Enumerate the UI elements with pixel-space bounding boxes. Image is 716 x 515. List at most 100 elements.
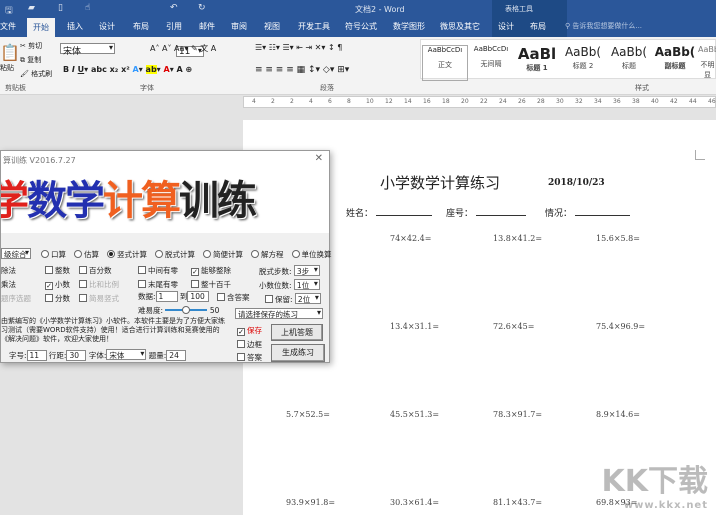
undo-icon[interactable]: ↶ <box>170 3 178 13</box>
mode-radio[interactable]: 估算 <box>74 250 99 259</box>
border-check[interactable]: 边框 <box>237 339 262 350</box>
close-icon[interactable]: ✕ <box>315 153 323 164</box>
open-icon[interactable]: ▰ <box>28 3 35 13</box>
steps-select[interactable]: 3步 <box>293 265 320 276</box>
option-checkbox[interactable]: 比和比例 <box>79 279 119 290</box>
with-answer-check[interactable]: 含答案 <box>217 292 250 303</box>
mode-radio[interactable]: 单位换算 <box>291 250 332 259</box>
tab-references[interactable]: 引用 <box>166 21 182 32</box>
save-icon[interactable]: 🖫 <box>5 3 13 19</box>
ruler-tick: 34 <box>594 98 602 105</box>
font-group-label: 字体 <box>140 84 154 92</box>
style-subtitle[interactable]: AaBb(副标题 <box>652 45 698 81</box>
style-title[interactable]: AaBb(标题 <box>606 45 652 81</box>
style-preview: AaBl <box>517 45 557 63</box>
tab-other[interactable]: 微思及其它 <box>440 21 480 32</box>
mode-radio[interactable]: 脱式计算 <box>155 250 195 259</box>
redo-icon[interactable]: ↻ <box>198 3 206 13</box>
op-multiplication[interactable]: 乘法 <box>1 279 16 290</box>
style-normal[interactable]: AaBbCcDı 正文 <box>422 45 468 81</box>
difficulty-slider[interactable] <box>165 306 208 314</box>
cut-button[interactable]: ✂ 剪切 <box>20 41 42 51</box>
copy-button[interactable]: ⧉ 复制 <box>20 55 41 65</box>
tab-table-design[interactable]: 设计 <box>498 21 514 32</box>
style-no-spacing[interactable]: AaBbCcDı 无间隔 <box>468 45 514 81</box>
keep-select[interactable]: 2位 <box>294 293 321 304</box>
font-select[interactable]: 宋体 <box>106 349 147 360</box>
ruler-tick: 44 <box>689 98 697 105</box>
style-subtle[interactable]: AaBb 不明显 <box>698 45 716 81</box>
tab-file[interactable]: 文件 <box>0 21 16 32</box>
op-sequence-select[interactable]: 题序选题 <box>1 293 31 304</box>
tab-home[interactable]: 开始 <box>27 18 55 37</box>
banner-char: 计 <box>103 178 143 224</box>
style-heading1[interactable]: AaBl 标题 1 <box>514 45 560 81</box>
list-buttons[interactable]: ☰▾ ☷▾ ☰▾ ⇤ ⇥ ✕▾ ↕ ¶ <box>255 43 342 52</box>
range-from-input[interactable]: 1 <box>155 291 178 302</box>
font-format-buttons[interactable]: B I U▾ abc x₂ x² A▾ ab▾ A▾ A ⊕ <box>63 65 192 74</box>
radio <box>155 250 163 258</box>
math-problem: 5.7×52.5= <box>286 410 330 419</box>
tab-table-layout[interactable]: 布局 <box>530 21 546 32</box>
generate-practice-button[interactable]: 生成练习 <box>271 344 325 362</box>
tell-me-text: 告诉我您想要做什么... <box>572 22 643 30</box>
option-checkbox[interactable]: ✓ 小数 <box>45 279 70 290</box>
tab-developer[interactable]: 开发工具 <box>298 21 330 32</box>
new-icon[interactable]: ▯ <box>58 3 63 13</box>
tab-review[interactable]: 审阅 <box>231 21 247 32</box>
math-problem: 8.9×14.6= <box>596 410 640 419</box>
style-preview: AaBb( <box>654 45 696 59</box>
mode-radio[interactable]: 解方程 <box>251 250 284 259</box>
horizontal-ruler[interactable]: 4 2 2 4 6 8 10 12 14 16 18 20 22 24 26 28 30 32 34 36 38 40 42… <box>243 96 716 108</box>
paste-icon[interactable]: 📋 <box>0 43 20 62</box>
option-checkbox[interactable]: ✓ 能够整除 <box>191 265 231 276</box>
style-heading2[interactable]: AaBb(标题 2 <box>560 45 606 81</box>
keep-row: 保留: 2位 <box>265 293 321 305</box>
math-problem: 74×42.4= <box>390 234 432 243</box>
option-checkbox[interactable]: 整数 <box>45 265 70 276</box>
op-division[interactable]: 除法 <box>1 265 16 276</box>
online-answer-button[interactable]: 上机答题 <box>271 324 323 341</box>
option-checkbox[interactable]: 分数 <box>45 293 70 304</box>
option-checkbox[interactable]: 中间有零 <box>138 265 178 276</box>
tab-math-graphics[interactable]: 数学图形 <box>393 21 425 32</box>
range-to-label: 到 <box>179 292 188 301</box>
touch-icon[interactable]: ☝ <box>85 3 90 13</box>
bottom-settings: 字号:11 行距:30 字体:宋体 题量:24 <box>9 349 187 361</box>
option-checkbox[interactable]: 整十百千 <box>191 279 231 290</box>
grade-select[interactable]: 级综合 <box>1 248 31 259</box>
font-name-select[interactable]: 宋体 <box>60 43 115 57</box>
keep-checkbox[interactable] <box>265 295 273 303</box>
option-label: 能够整除 <box>201 266 231 275</box>
option-checkbox[interactable]: 末尾有零 <box>138 279 178 290</box>
ribbon: 📋 粘贴 ✂ 剪切 ⧉ 复制 🖌 格式刷 剪贴板 宋体 11 A˄ A˅ Aa▾… <box>0 37 716 95</box>
tab-mailings[interactable]: 邮件 <box>199 21 215 32</box>
align-buttons[interactable]: ≡ ≡ ≡ ≡ ▦ ↕▾ ◇▾ ⊞▾ <box>255 65 349 75</box>
tell-me-input[interactable]: ⚲ 告诉我您想要做什么... <box>565 21 642 31</box>
save-check[interactable]: ✓ 保存 <box>237 325 262 336</box>
answer-check[interactable]: 答案 <box>237 352 262 363</box>
tab-design[interactable]: 设计 <box>99 21 115 32</box>
font-tools[interactable]: A˄ A˅ Aa▾ ✎ 文 A <box>150 43 216 54</box>
count-input[interactable]: 24 <box>166 350 187 361</box>
range-to-input[interactable]: 100 <box>187 291 210 302</box>
option-checkbox[interactable]: 简易竖式 <box>79 293 119 304</box>
tab-view[interactable]: 视图 <box>264 21 280 32</box>
option-checkbox[interactable]: 百分数 <box>79 265 112 276</box>
tab-insert[interactable]: 插入 <box>67 21 83 32</box>
tab-symbol-formula[interactable]: 符号公式 <box>345 21 377 32</box>
radio <box>41 250 49 258</box>
line-spacing-input[interactable]: 30 <box>66 350 87 361</box>
paste-button[interactable]: 粘贴 <box>0 63 14 73</box>
format-painter-button[interactable]: 🖌 格式刷 <box>20 69 52 79</box>
mode-radio[interactable]: 口算 <box>41 250 66 259</box>
mode-radio[interactable]: 竖式计算 <box>107 250 147 259</box>
paragraph-group-label: 段落 <box>320 84 334 92</box>
slider-thumb[interactable] <box>182 306 191 314</box>
tab-layout[interactable]: 布局 <box>133 21 149 32</box>
mode-label: 竖式计算 <box>117 250 147 259</box>
saved-practice-select[interactable]: 请选择保存的练习 <box>235 308 323 319</box>
decimals-select[interactable]: 1位 <box>293 279 320 290</box>
mode-radio[interactable]: 简便计算 <box>203 250 243 259</box>
font-size-input[interactable]: 11 <box>26 350 47 361</box>
